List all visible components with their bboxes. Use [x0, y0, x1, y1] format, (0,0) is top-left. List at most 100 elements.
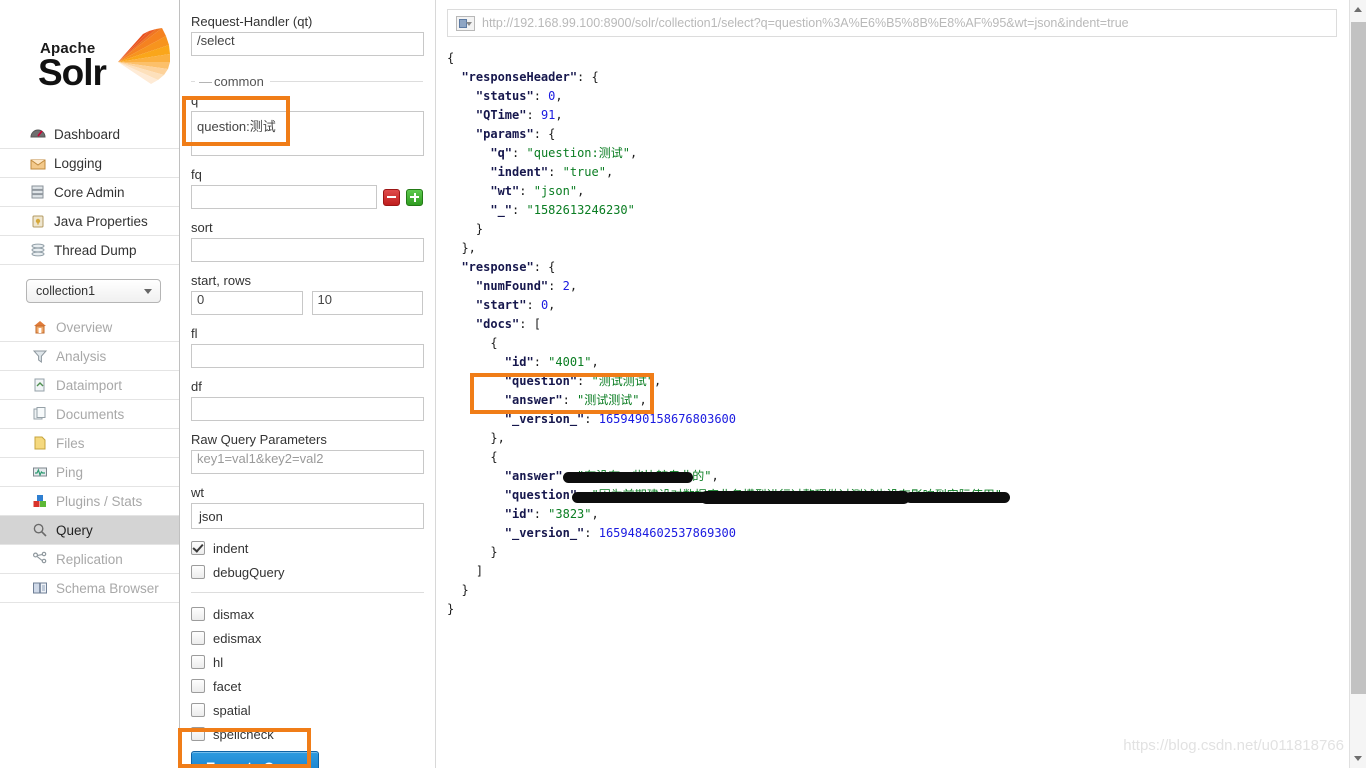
fq-input[interactable] — [191, 185, 377, 209]
sidebar-item-label: Dashboard — [54, 126, 121, 142]
sort-label: sort — [191, 220, 213, 235]
json-line: { — [490, 336, 498, 350]
checkbox-label: spatial — [213, 702, 251, 718]
json-line: "status": 0, — [475, 89, 563, 103]
dataimport-icon — [32, 377, 48, 393]
sidebar-item-dashboard[interactable]: Dashboard — [0, 120, 179, 149]
sidebar-item-dataimport[interactable]: Dataimport — [0, 371, 179, 400]
chevron-down-icon — [144, 289, 152, 294]
json-line: "id": "3823", — [504, 507, 599, 521]
sidebar-item-label: Ping — [56, 464, 84, 480]
sort-input[interactable] — [191, 238, 424, 262]
sidebar-item-label: Core Admin — [54, 184, 125, 200]
scrollbar-thumb[interactable] — [1351, 22, 1366, 694]
fl-input[interactable] — [191, 344, 424, 368]
query-url-bar[interactable]: http://192.168.99.100:8900/solr/collecti… — [447, 9, 1337, 37]
secondary-checkbox-group: dismax edismax hl facet spatial spellcheck — [191, 602, 423, 746]
files-icon — [32, 435, 48, 451]
start-input[interactable]: 0 — [191, 291, 303, 315]
json-line: "wt": "json", — [490, 184, 585, 198]
query-form-panel: Request-Handler (qt) /select — common q q… — [181, 0, 436, 768]
sidebar-item-thread-dump[interactable]: Thread Dump — [0, 236, 179, 265]
wt-select-value: json — [199, 508, 223, 524]
sidebar-item-schema-browser[interactable]: Schema Browser — [0, 574, 179, 603]
sidebar-item-plugins-stats[interactable]: Plugins / Stats — [0, 487, 179, 516]
json-line: "_version_": 1659484602537869300 — [504, 526, 737, 540]
checkbox-debugquery-icon[interactable] — [191, 565, 205, 579]
sidebar-item-logging[interactable]: Logging — [0, 149, 179, 178]
wt-select-wrap: json — [191, 503, 424, 529]
page-scrollbar[interactable] — [1349, 0, 1366, 768]
checkbox-row-hl[interactable]: hl — [191, 650, 423, 674]
analysis-icon — [32, 348, 48, 364]
ping-icon — [32, 464, 48, 480]
json-line: "numFound": 2, — [475, 279, 578, 293]
plugins-stats-icon — [32, 493, 48, 509]
core-selector-value: collection1 — [36, 284, 96, 298]
sidebar-item-core-admin[interactable]: Core Admin — [0, 178, 179, 207]
sidebar-item-documents[interactable]: Documents — [0, 400, 179, 429]
sidebar-item-label: Schema Browser — [56, 580, 159, 596]
sidebar-item-files[interactable]: Files — [0, 429, 179, 458]
checkbox-row-indent[interactable]: indent — [191, 536, 423, 560]
start-rows-row: 0 10 — [191, 291, 423, 315]
solr-logo[interactable]: Apache Solr — [0, 0, 179, 100]
sidebar-item-label: Replication — [56, 551, 123, 567]
core-admin-icon — [30, 184, 46, 200]
json-line: "id": "4001", — [504, 355, 599, 369]
query-url-text: http://192.168.99.100:8900/solr/collecti… — [482, 16, 1129, 30]
watermark: https://blog.csdn.net/u011818766 — [1123, 737, 1344, 754]
logo-solr-text: Solr — [38, 52, 107, 93]
fq-row — [191, 185, 423, 209]
json-line: } — [447, 602, 455, 616]
fl-label: fl — [191, 326, 198, 341]
sidebar-item-replication[interactable]: Replication — [0, 545, 179, 574]
checkbox-label: edismax — [213, 630, 262, 646]
json-line: "start": 0, — [475, 298, 556, 312]
checkbox-edismax-icon[interactable] — [191, 631, 205, 645]
fq-remove-button[interactable] — [383, 188, 400, 206]
scroll-down-arrow-icon[interactable] — [1354, 756, 1362, 761]
request-handler-input[interactable]: /select — [191, 32, 424, 56]
result-panel: http://192.168.99.100:8900/solr/collecti… — [437, 0, 1349, 768]
core-selector-wrap: collection1 — [26, 279, 161, 303]
checkbox-indent-checked-icon[interactable] — [191, 541, 205, 555]
sidebar-item-label: Documents — [56, 406, 125, 422]
df-input[interactable] — [191, 397, 424, 421]
sidebar-item-ping[interactable]: Ping — [0, 458, 179, 487]
json-line: "_version_": 1659490158676803600 — [504, 412, 737, 426]
q-input[interactable]: question:测试 — [191, 111, 424, 156]
sidebar-item-java-properties[interactable]: Java Properties — [0, 207, 179, 236]
json-line: "docs": [ — [475, 317, 541, 331]
request-handler-label: Request-Handler (qt) — [191, 14, 313, 29]
checkbox-spellcheck-icon[interactable] — [191, 727, 205, 741]
scroll-up-arrow-icon[interactable] — [1354, 7, 1362, 12]
checkbox-row-spellcheck[interactable]: spellcheck — [191, 722, 423, 746]
json-line: } — [461, 583, 469, 597]
sidebar-item-overview[interactable]: Overview — [0, 313, 179, 342]
rows-input[interactable]: 10 — [311, 291, 423, 315]
sidebar-item-query[interactable]: Query — [0, 516, 179, 545]
checkbox-dismax-icon[interactable] — [191, 607, 205, 621]
checkbox-row-edismax[interactable]: edismax — [191, 626, 423, 650]
sidebar-item-analysis[interactable]: Analysis — [0, 342, 179, 371]
schema-browser-icon — [32, 580, 48, 596]
checkbox-label: spellcheck — [213, 726, 274, 742]
checkbox-facet-icon[interactable] — [191, 679, 205, 693]
wt-select[interactable]: json — [191, 503, 424, 529]
minus-icon — [387, 195, 396, 198]
checkbox-spatial-icon[interactable] — [191, 703, 205, 717]
core-selector[interactable]: collection1 — [26, 279, 161, 303]
checkbox-row-spatial[interactable]: spatial — [191, 698, 423, 722]
sidebar-item-label: Overview — [56, 319, 113, 335]
raw-query-input[interactable]: key1=val1&key2=val2 — [191, 450, 424, 474]
raw-query-label: Raw Query Parameters — [191, 432, 327, 447]
checkbox-row-facet[interactable]: facet — [191, 674, 423, 698]
fq-add-button[interactable] — [406, 188, 423, 206]
query-icon — [32, 522, 48, 538]
checkbox-hl-icon[interactable] — [191, 655, 205, 669]
checkbox-row-dismax[interactable]: dismax — [191, 602, 423, 626]
checkbox-row-debugquery[interactable]: debugQuery — [191, 560, 423, 584]
json-line: "responseHeader": { — [461, 70, 599, 84]
execute-query-button[interactable]: Execute Query — [191, 751, 320, 768]
